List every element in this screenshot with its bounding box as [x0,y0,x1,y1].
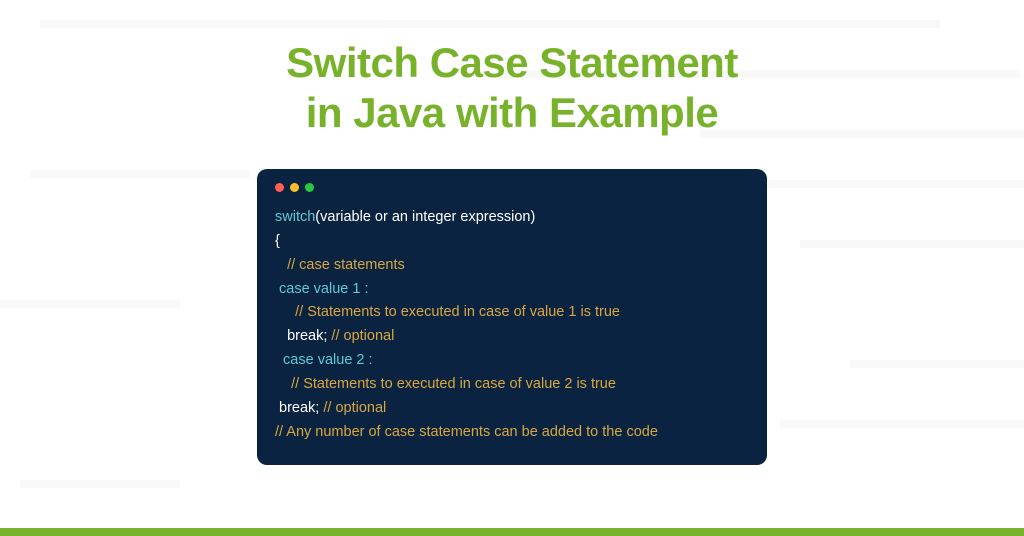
code-break: break; [275,400,323,416]
code-window: switch(variable or an integer expression… [257,169,767,465]
code-comment: // optional [323,400,386,416]
minimize-icon [290,183,299,192]
close-icon [275,183,284,192]
code-comment: // Statements to executed in case of val… [275,376,616,392]
code-text: { [275,233,280,249]
code-text: (variable or an integer expression) [315,209,535,225]
title-line-2: in Java with Example [306,89,719,136]
page-title: Switch Case Statement in Java with Examp… [0,0,1024,139]
maximize-icon [305,183,314,192]
code-case: case value 2 : [275,352,373,368]
code-break: break; [275,328,331,344]
code-comment: // case statements [275,257,405,273]
code-case: case value 1 : [275,281,369,297]
code-block: switch(variable or an integer expression… [275,206,749,445]
title-line-1: Switch Case Statement [286,39,738,86]
footer-divider [0,528,1024,536]
code-keyword-switch: switch [275,209,315,225]
code-comment: // Statements to executed in case of val… [275,304,620,320]
code-comment: // Any number of case statements can be … [275,424,658,440]
window-controls [275,183,749,192]
code-comment: // optional [331,328,394,344]
